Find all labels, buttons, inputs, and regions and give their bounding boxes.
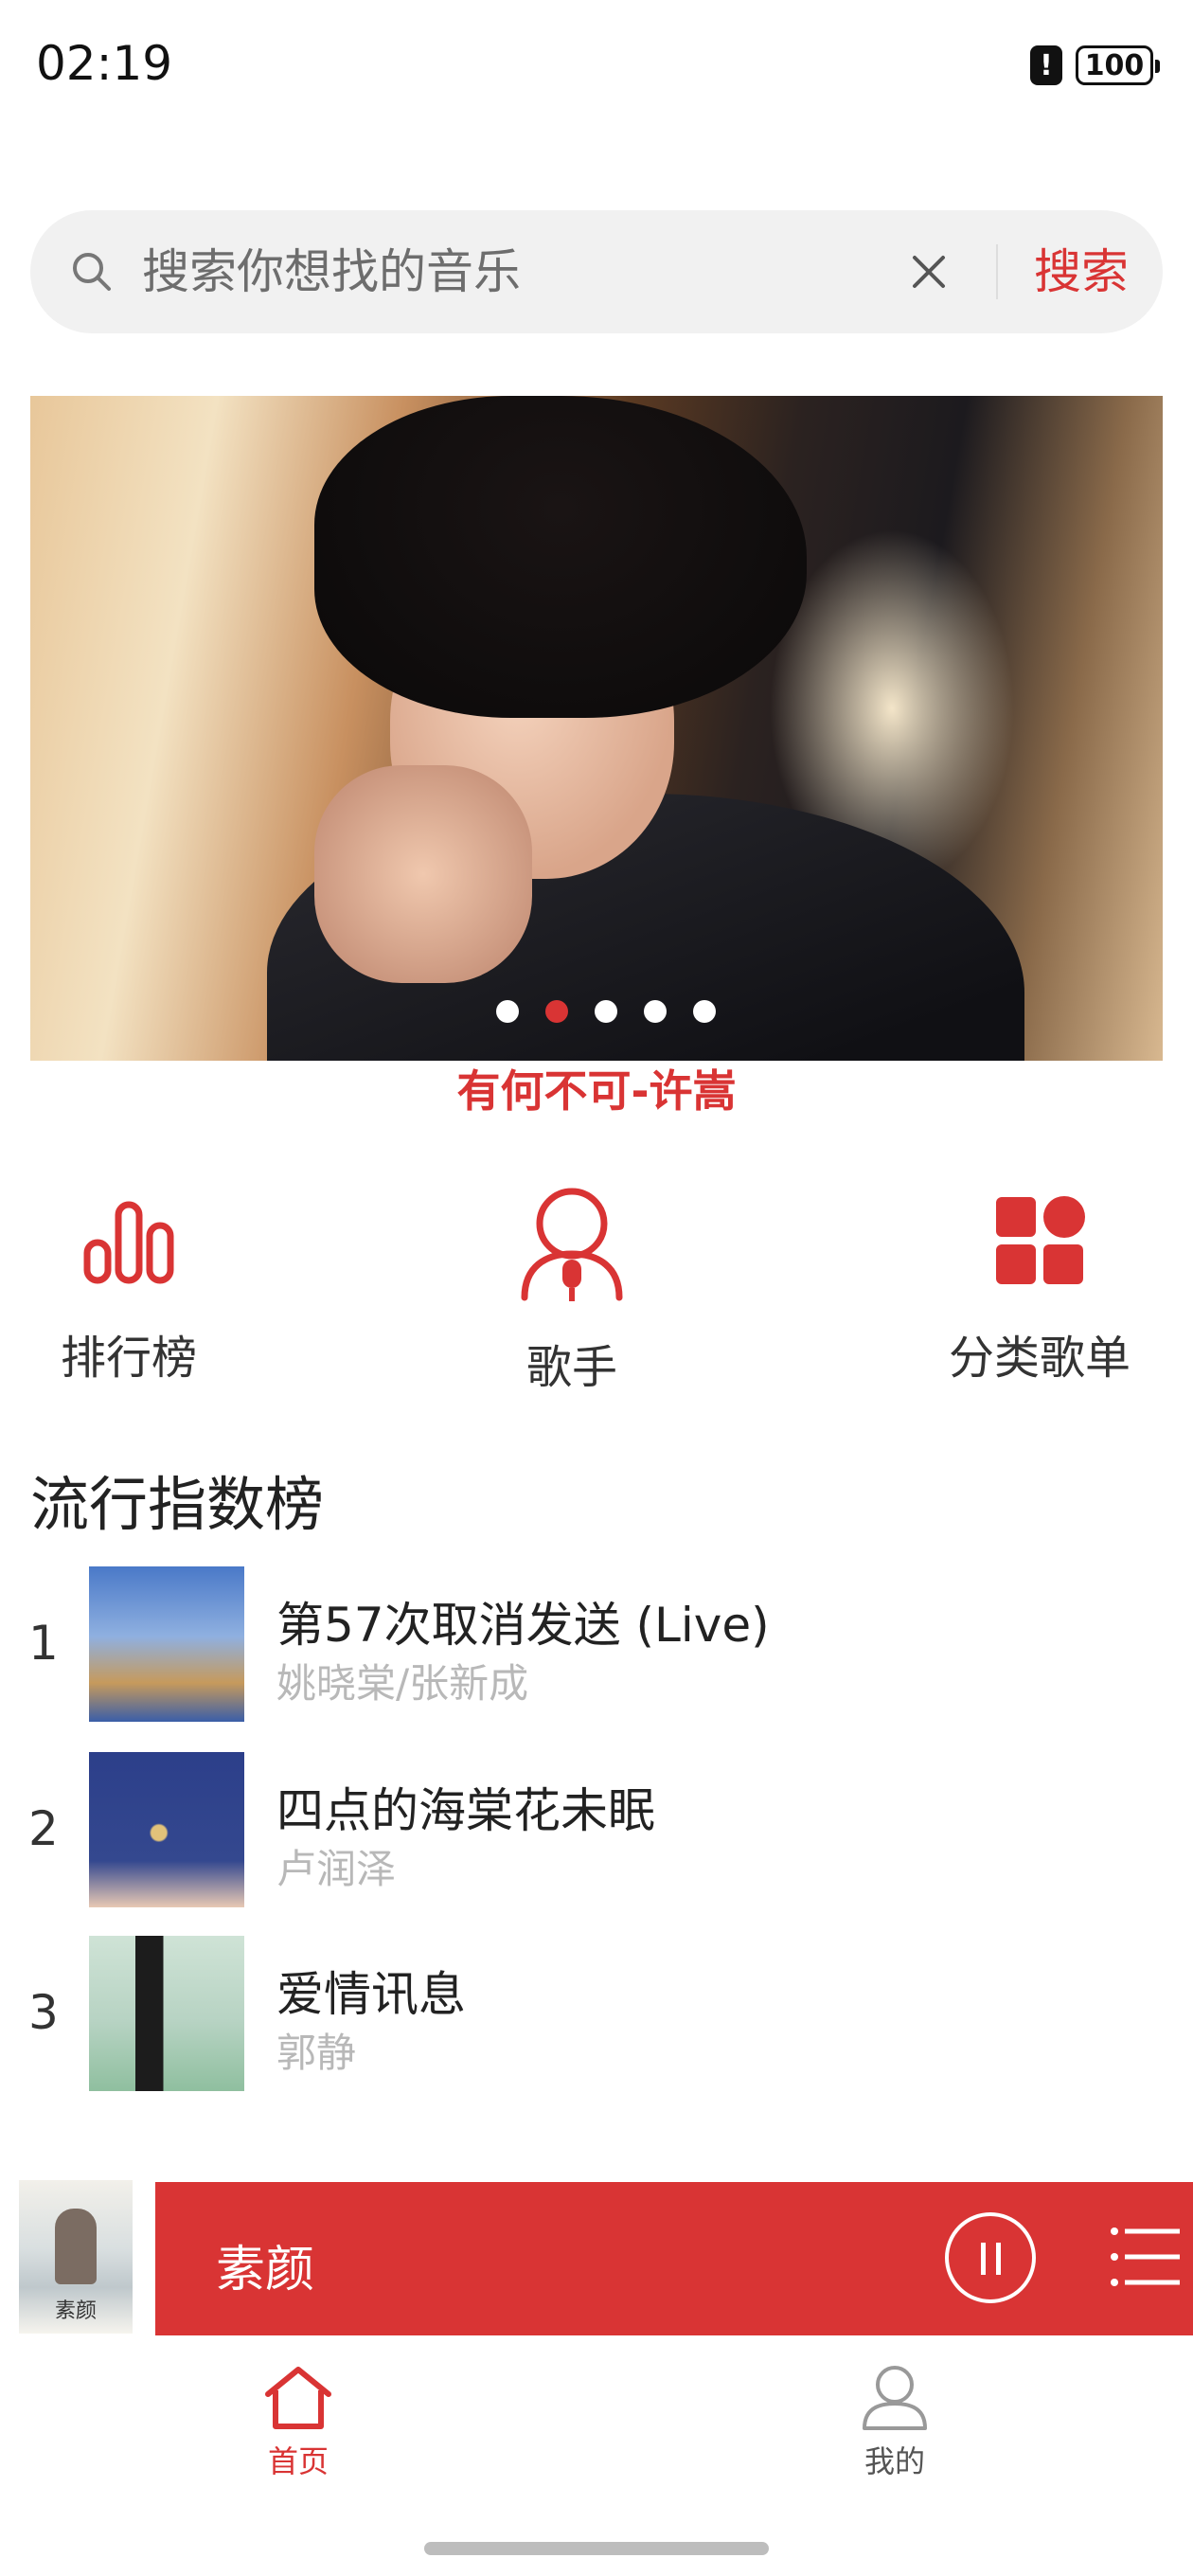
- mini-player[interactable]: 素颜: [155, 2182, 1193, 2335]
- home-indicator[interactable]: [424, 2542, 769, 2555]
- singer-icon: [521, 1188, 623, 1301]
- alert-icon: !: [1030, 45, 1062, 85]
- now-playing-title: 素颜: [216, 2242, 315, 2299]
- search-button[interactable]: 搜索: [1015, 239, 1148, 305]
- track-artist: 郭静: [276, 2030, 357, 2076]
- track-title: 爱情讯息: [276, 1967, 466, 2022]
- track-title: 四点的海棠花未眠: [276, 1783, 655, 1838]
- pause-icon: [981, 2243, 986, 2275]
- tab-label: 我的: [864, 2443, 925, 2479]
- search-icon: [73, 253, 111, 291]
- track-artist: 卢润泽: [276, 1846, 397, 1892]
- user-icon: [863, 2366, 927, 2430]
- category-label: 歌手: [525, 1341, 617, 1394]
- search-divider: [996, 244, 998, 299]
- category-label: 分类歌单: [948, 1332, 1131, 1385]
- carousel-dot[interactable]: [496, 1000, 519, 1023]
- category-playlist[interactable]: 分类歌单: [926, 1184, 1153, 1386]
- carousel-indicator: [30, 1000, 1163, 1023]
- track-rank: 2: [28, 1801, 59, 1856]
- pause-icon: [996, 2243, 1001, 2275]
- battery-icon: 100: [1076, 45, 1160, 85]
- home-icon: [265, 2367, 331, 2429]
- bar-chart-icon: [83, 1201, 174, 1284]
- tab-label: 首页: [267, 2443, 329, 2479]
- album-cover: [89, 1566, 244, 1722]
- search-input[interactable]: [142, 234, 881, 310]
- status-time: 02:19: [36, 36, 173, 91]
- tab-mine[interactable]: 我的: [800, 2362, 989, 2481]
- banner-carousel[interactable]: [30, 396, 1163, 1061]
- track-rank: 3: [28, 1985, 59, 2040]
- album-cover: [89, 1752, 244, 1907]
- banner-caption[interactable]: 有何不可-许嵩: [0, 1057, 1193, 1119]
- track-row[interactable]: 2 四点的海棠花未眠 卢润泽: [0, 1752, 1193, 1911]
- carousel-dot[interactable]: [644, 1000, 667, 1023]
- cover-text: 素颜: [54, 2299, 97, 2323]
- track-artist: 姚晓棠/张新成: [276, 1660, 529, 1707]
- carousel-dot[interactable]: [693, 1000, 716, 1023]
- carousel-dot[interactable]: [595, 1000, 617, 1023]
- search-bar: 搜索: [30, 210, 1163, 333]
- cover-figure: [55, 2209, 97, 2284]
- track-row[interactable]: 1 第57次取消发送 (Live) 姚晓棠/张新成: [0, 1566, 1193, 1726]
- banner-figure-hand: [314, 765, 532, 983]
- album-cover: [89, 1936, 244, 2091]
- status-icons: ! 100: [1030, 45, 1160, 85]
- track-title: 第57次取消发送 (Live): [276, 1598, 770, 1653]
- now-playing-cover[interactable]: 素颜: [19, 2180, 133, 2334]
- section-title: 流行指数榜: [30, 1470, 325, 1539]
- playlist-icon[interactable]: [1110, 2226, 1182, 2288]
- grid-icon: [996, 1196, 1085, 1284]
- category-singer[interactable]: 歌手: [458, 1184, 686, 1396]
- close-icon[interactable]: [907, 250, 951, 294]
- track-rank: 1: [28, 1616, 59, 1671]
- carousel-dot[interactable]: [545, 1000, 568, 1023]
- pause-button[interactable]: [945, 2212, 1036, 2303]
- tab-home[interactable]: 首页: [204, 2362, 393, 2481]
- category-chart[interactable]: 排行榜: [15, 1184, 242, 1386]
- track-row[interactable]: 3 爱情讯息 郭静: [0, 1936, 1193, 2095]
- banner-figure-hair: [314, 396, 807, 718]
- category-label: 排行榜: [60, 1332, 197, 1385]
